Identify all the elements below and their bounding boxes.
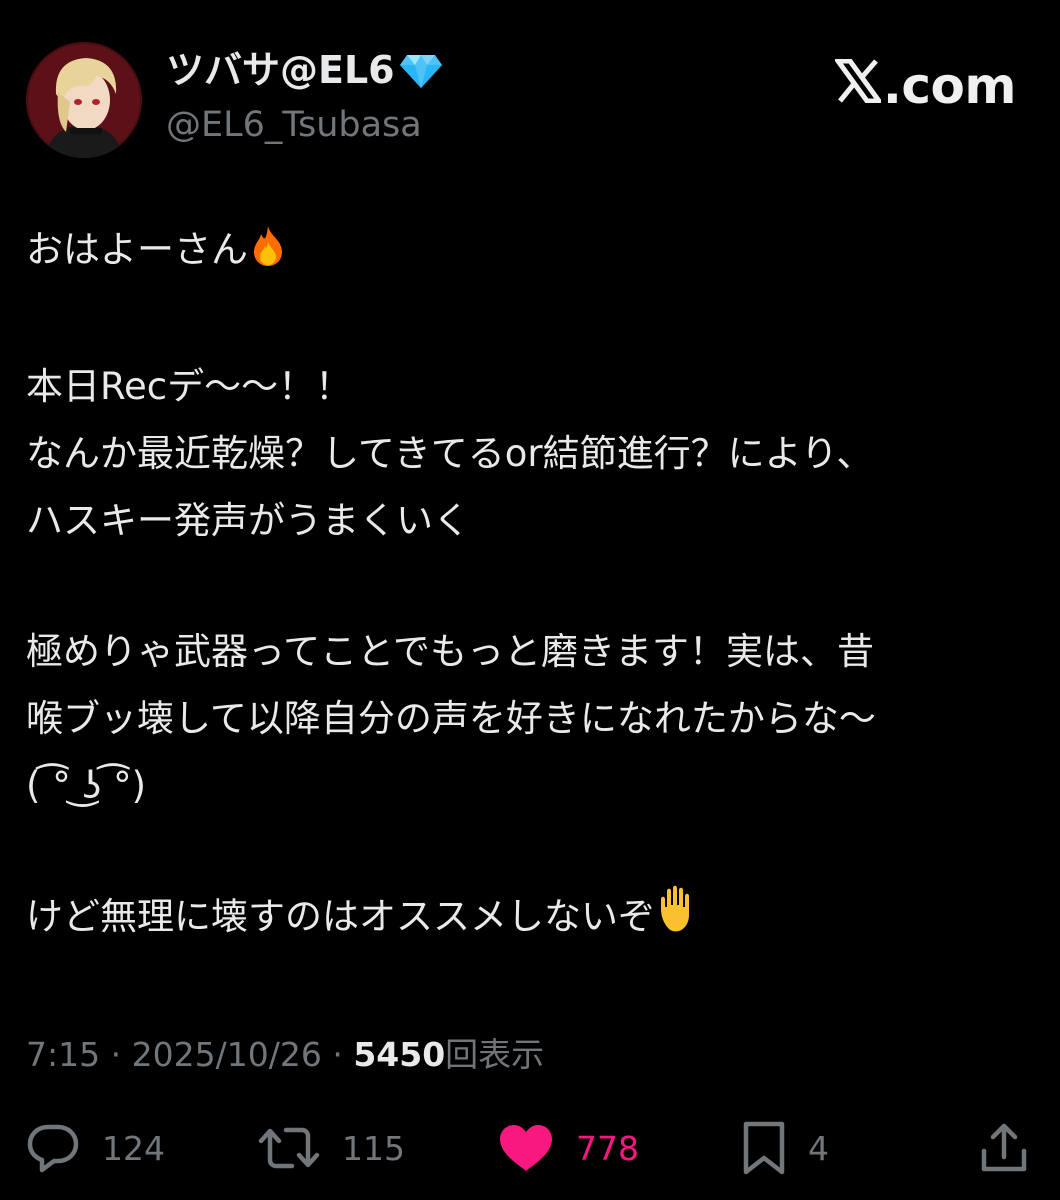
post-line: ( ͡° ͜ʖ ͡°) <box>26 764 147 807</box>
post-date[interactable]: 2025/10/26 <box>132 1035 322 1074</box>
views-count: 5450 <box>353 1035 446 1074</box>
author-names: ツバサ@EL6 @EL6_Tsubasa <box>166 46 443 148</box>
share-icon <box>980 1121 1028 1175</box>
reply-icon <box>26 1121 80 1175</box>
author-display-name-row[interactable]: ツバサ@EL6 <box>166 46 443 94</box>
views-label: 回表示 <box>445 1035 545 1074</box>
like-count: 778 <box>576 1128 639 1168</box>
post-line: けど無理に壊すのはオススメしないぞ <box>26 883 1036 956</box>
post-line: ハスキー発声がうまくいく <box>26 499 470 542</box>
x-logo-icon <box>833 56 884 116</box>
repost-count: 115 <box>342 1128 405 1168</box>
brand-logo: .com <box>833 56 1017 116</box>
bookmark-button[interactable]: 4 <box>742 1116 829 1180</box>
post-line: 喉ブッ壊して以降自分の声を好きになれたからな〜 <box>26 697 876 740</box>
author-display-name[interactable]: ツバサ@EL6 <box>166 46 395 94</box>
brand-text: .com <box>882 57 1017 115</box>
reply-count: 124 <box>102 1128 165 1168</box>
post-line: なんか最近乾燥？してきてるor結節進行？により、 <box>26 432 874 475</box>
bookmark-count: 4 <box>808 1128 829 1168</box>
post-time[interactable]: 7:15 <box>26 1035 100 1074</box>
like-button[interactable]: 778 <box>498 1116 639 1180</box>
share-button[interactable] <box>980 1116 1028 1180</box>
bookmark-icon <box>742 1120 786 1176</box>
post-line: 極めりゃ武器ってことでもっと磨きます！実は、昔 <box>26 630 875 673</box>
repost-icon <box>258 1122 320 1174</box>
meta-separator: · <box>110 1035 122 1074</box>
post-line-text: おはよーさん <box>26 228 248 271</box>
post-line: 本日Recデ〜〜！！ <box>26 365 353 408</box>
gem-icon <box>399 51 443 89</box>
repost-button[interactable]: 115 <box>258 1116 405 1180</box>
post-line: おはよーさん <box>26 216 1036 289</box>
meta-separator: · <box>332 1035 343 1074</box>
post-text: おはよーさん 本日Recデ〜〜！！ なんか最近乾燥？してきてるor結節進行？によ… <box>26 216 1036 956</box>
raised-hand-emoji-icon <box>655 885 703 956</box>
author-handle[interactable]: @EL6_Tsubasa <box>166 102 443 148</box>
reply-button[interactable]: 124 <box>26 1116 165 1180</box>
post-line-text: けど無理に壊すのはオススメしないぞ <box>26 895 655 938</box>
action-bar: 124 115 778 4 <box>0 1116 1060 1180</box>
fire-emoji-icon <box>248 222 288 289</box>
post-header: ツバサ@EL6 @EL6_Tsubasa .com <box>26 38 1036 158</box>
avatar[interactable] <box>26 42 142 158</box>
heart-icon <box>498 1123 554 1173</box>
post-metadata: 7:15 · 2025/10/26 · 5450回表示 <box>26 1030 544 1080</box>
